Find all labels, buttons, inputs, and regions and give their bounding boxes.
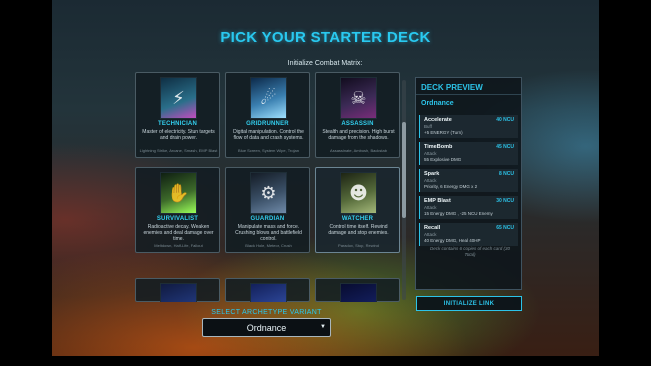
card-name: GRIDRUNNER [246, 121, 289, 127]
mech-icon: ⚙ [250, 172, 287, 214]
deck-card-type: Attack [424, 178, 437, 183]
card-survivalist[interactable]: ✋ SURVIVALIST Radioactive decay. Weaken … [135, 167, 220, 253]
deck-card-effect: Priority, 6 Energy DMG x 2 [424, 184, 478, 189]
archetype-card-grid: ⚡ TECHNICIAN Master of electricity. Stun… [128, 72, 409, 302]
card-skills: Black Hole, Meteor, Crush [245, 243, 292, 248]
partial-art-icon [250, 283, 287, 302]
deck-card-item: Recall 65 NCU Attack 40 Energy DMG, Heal… [419, 223, 518, 246]
page-title: PICK YOUR STARTER DECK [220, 29, 431, 46]
deck-card-name: Spark [424, 171, 440, 177]
deck-card-type: Buff [424, 124, 432, 129]
deck-card-name: Accelerate [424, 117, 452, 123]
initialize-link-button[interactable]: INITIALIZE LINK [416, 296, 522, 311]
deck-card-item: Accelerate 40 NCU Buff +5 ENERGY (Turn) [419, 115, 518, 138]
deck-card-type: Attack [424, 151, 437, 156]
deck-archetype-name: Ordnance [421, 100, 454, 107]
deck-note: Deck contains 6 copies of each card (30 … [429, 246, 511, 257]
deck-card-effect: 40 Energy DMG, Heal 40HP [424, 238, 481, 243]
deck-card-cost: 45 NCU [496, 144, 514, 150]
subtitle: Initialize Combat Matrix: [287, 60, 363, 67]
card-partial-2[interactable] [225, 278, 310, 302]
chevron-down-icon: ▼ [320, 324, 326, 330]
card-technician[interactable]: ⚡ TECHNICIAN Master of electricity. Stun… [135, 72, 220, 158]
card-name: TECHNICIAN [158, 121, 197, 127]
card-gridrunner[interactable]: ☄ GRIDRUNNER Digital manipulation. Contr… [225, 72, 310, 158]
partial-art-icon [160, 283, 197, 302]
deck-card-name: Recall [424, 225, 441, 231]
hologram-icon: ☄ [250, 77, 287, 119]
deck-card-effect: 55 Explosive DMG [424, 157, 462, 162]
deck-card-effect: 15 Energy DMG , -25 NCU Enemy [424, 211, 493, 216]
card-description: Digital manipulation. Control the flow o… [233, 129, 304, 141]
card-skills: Assassinate, Ambush, Backstab [330, 148, 387, 153]
deck-card-item: EMP Blast 30 NCU Attack 15 Energy DMG , … [419, 196, 518, 219]
card-assassin[interactable]: ☠ ASSASSIN Stealth and precision. High b… [315, 72, 400, 158]
card-name: ASSASSIN [341, 121, 374, 127]
deck-card-cost: 8 NCU [498, 171, 514, 177]
deck-card-cost: 65 NCU [496, 225, 514, 231]
deck-card-type: Attack [424, 232, 437, 237]
card-name: WATCHER [341, 216, 374, 222]
deck-card-cost: 40 NCU [496, 117, 514, 123]
hand-icon: ✋ [160, 172, 197, 214]
card-name: GUARDIAN [250, 216, 285, 222]
card-skills: Paradox, Stop, Rewind [338, 243, 379, 248]
circuit-icon: ⚡ [160, 77, 197, 119]
card-description: Control time itself. Rewind damage and s… [328, 224, 389, 236]
divider [416, 94, 521, 95]
deck-card-item: Spark 8 NCU Attack Priority, 6 Energy DM… [419, 169, 518, 192]
card-name: SURVIVALIST [156, 216, 199, 222]
deck-preview-panel: DECK PREVIEW Ordnance Accelerate 40 NCU … [415, 77, 522, 290]
card-description: Radioactive decay. Weaken enemies and de… [143, 224, 214, 242]
deck-card-item: TimeBomb 45 NCU Attack 55 Explosive DMG [419, 142, 518, 165]
deck-card-name: EMP Blast [424, 198, 451, 204]
card-partial-3[interactable] [315, 278, 400, 302]
partial-art-icon [340, 283, 377, 302]
card-skills: Meltdown, Half-Life, Fallout [154, 243, 203, 248]
deck-card-type: Attack [424, 205, 437, 210]
letterbox-left [0, 0, 52, 366]
deck-card-effect: +5 ENERGY (Turn) [424, 130, 463, 135]
card-description: Stealth and precision. High burst damage… [322, 129, 395, 141]
card-guardian[interactable]: ⚙ GUARDIAN Manipulate mass and force. Cr… [225, 167, 310, 253]
card-skills: Lightning Strike, Arcane, Smash, EMP Bla… [139, 148, 218, 153]
deck-preview-title: DECK PREVIEW [421, 83, 483, 92]
card-watcher[interactable]: ☻ WATCHER Control time itself. Rewind da… [315, 167, 400, 253]
game-screen: PICK YOUR STARTER DECK Initialize Combat… [0, 0, 651, 366]
card-skills: Blue Screen, System Wipe, Trojan [238, 148, 299, 153]
letterbox-right [599, 0, 651, 366]
deck-card-cost: 30 NCU [496, 198, 514, 204]
archetype-select-value: Ordnance [246, 322, 287, 333]
deck-card-name: TimeBomb [424, 144, 453, 150]
archetype-variant-select[interactable]: Ordnance ▼ [202, 318, 331, 337]
card-description: Manipulate mass and force. Crushing blow… [235, 224, 302, 242]
card-grid-scroll-thumb[interactable] [402, 122, 406, 218]
card-description: Master of electricity. Stun targets and … [142, 129, 215, 141]
archetype-select-label: SELECT ARCHETYPE VARIANT [211, 309, 322, 316]
card-partial-1[interactable] [135, 278, 220, 302]
letterbox-bottom [0, 356, 651, 366]
hood-icon: ☠ [340, 77, 377, 119]
orc-icon: ☻ [340, 172, 377, 214]
